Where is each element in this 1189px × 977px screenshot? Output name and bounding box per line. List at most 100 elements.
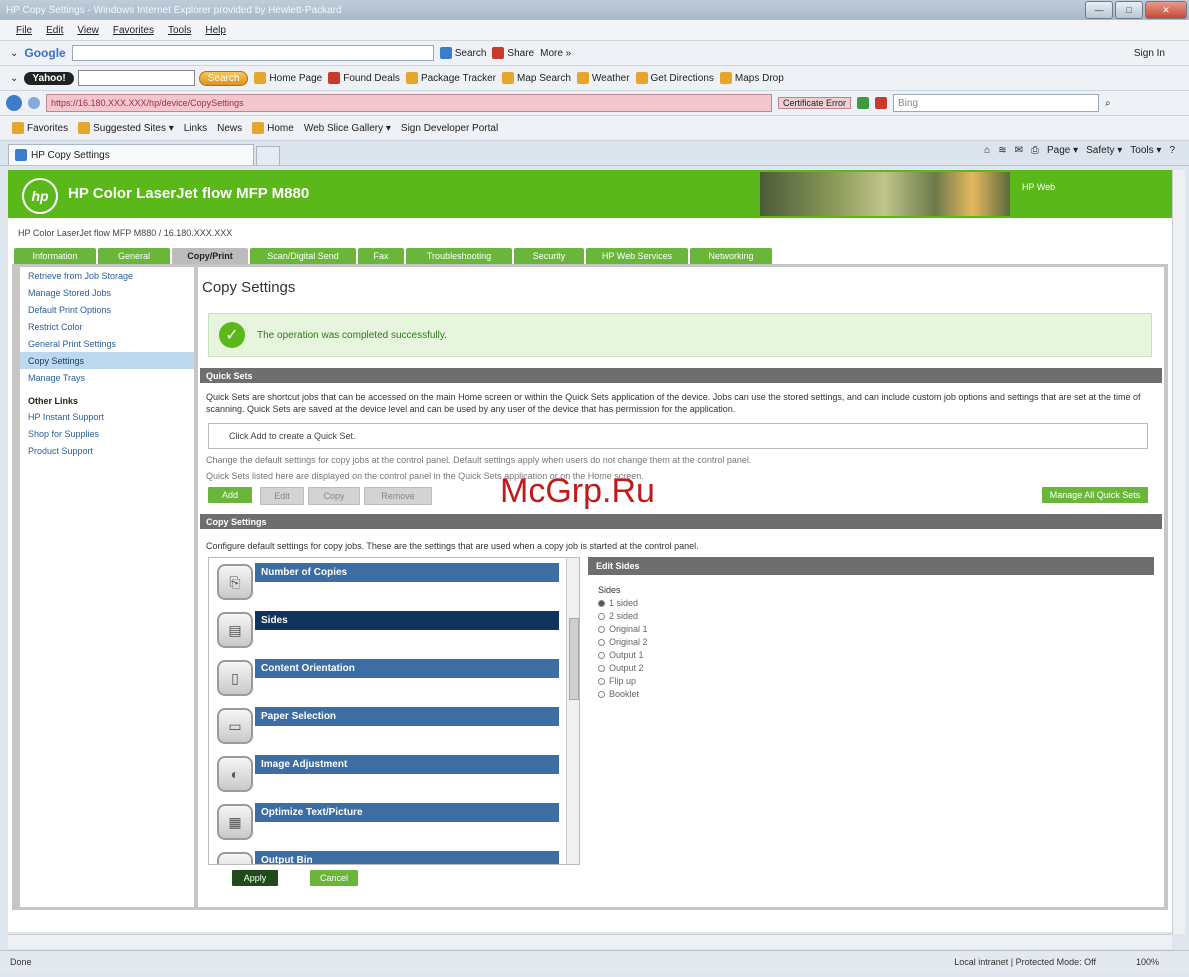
radio-icon[interactable] [598,638,605,646]
google-more-button[interactable]: More » [540,48,571,59]
nav-manage-stored-jobs[interactable]: Manage Stored Jobs [20,284,194,301]
bing-search-input[interactable]: Bing [893,94,1100,112]
copy-option-label[interactable]: Output Bin [255,851,559,864]
cmd-page[interactable]: Page ▾ [1047,145,1078,156]
menu-help[interactable]: Help [205,25,226,36]
yahoo-maps-drop[interactable]: Maps Drop [719,72,784,84]
menu-tools[interactable]: Tools [168,25,191,36]
copy-option-row[interactable]: ◐ Image Adjustment [209,750,579,798]
radio-icon[interactable] [598,690,605,698]
fav-developer-portal[interactable]: Sign Developer Portal [401,123,498,134]
copy-option-row[interactable]: ▭ Paper Selection [209,702,579,750]
sides-radio-option[interactable]: Output 2 [598,663,1154,673]
minimize-button[interactable]: — [1085,1,1113,19]
cmd-tools[interactable]: Tools ▾ [1130,145,1161,156]
copy-option-label[interactable]: Number of Copies [255,563,559,582]
new-tab-button[interactable] [256,146,280,165]
copy-option-label[interactable]: Image Adjustment [255,755,559,774]
copy-option-row[interactable]: ▤ Sides [209,606,579,654]
copy-option-label[interactable]: Content Orientation [255,659,559,678]
link-shop-supplies[interactable]: Shop for Supplies [20,425,194,442]
google-search-button[interactable]: Search [439,47,486,59]
refresh-icon[interactable] [857,97,870,109]
chevron-down-icon[interactable]: ⌄ [10,73,18,84]
fav-suggested-sites[interactable]: Suggested Sites ▾ [78,122,174,134]
add-button[interactable]: Add [208,487,252,503]
yahoo-search-input[interactable] [77,70,195,86]
chevron-down-icon[interactable]: ⌄ [10,48,18,59]
sides-radio-option[interactable]: Booklet [598,689,1154,699]
radio-icon[interactable] [598,651,605,659]
certificate-error-badge[interactable]: Certificate Error [778,97,852,109]
copy-option-row[interactable]: ▥Output Bin [209,846,579,864]
tab-information[interactable]: Information [14,248,96,264]
copy-option-label[interactable]: Paper Selection [255,707,559,726]
page-vertical-scrollbar[interactable] [1172,170,1185,934]
nav-default-print-options[interactable]: Default Print Options [20,301,194,318]
manage-quick-sets-button[interactable]: Manage All Quick Sets [1042,487,1148,503]
tab-hp-web-services[interactable]: HP Web Services [586,248,688,264]
copy-option-label[interactable]: Sides [255,611,559,630]
copy-option-row[interactable]: ⎘ Number of Copies [209,558,579,606]
cmd-safety[interactable]: Safety ▾ [1086,145,1122,156]
nav-manage-trays[interactable]: Manage Trays [20,369,194,386]
nav-restrict-color[interactable]: Restrict Color [20,318,194,335]
fav-links[interactable]: Links [184,123,207,134]
copy-button[interactable]: Copy [308,487,360,505]
back-icon[interactable] [6,95,22,111]
url-input[interactable]: https://16.180.XXX.XXX/hp/device/CopySet… [46,94,772,112]
yahoo-directions[interactable]: Get Directions [635,72,714,84]
google-share-button[interactable]: Share [492,47,534,59]
radio-icon[interactable] [598,664,605,672]
help-icon[interactable]: ? [1169,145,1175,156]
close-button[interactable]: ✕ [1145,1,1187,19]
tab-fax[interactable]: Fax [358,248,404,264]
sides-radio-option[interactable]: Original 2 [598,637,1154,647]
yahoo-home-page[interactable]: Home Page [254,72,322,84]
nav-general-print-settings[interactable]: General Print Settings [20,335,194,352]
favorites-button[interactable]: Favorites [12,122,68,134]
stop-icon[interactable] [875,97,888,109]
fav-home[interactable]: Home [252,122,294,134]
search-icon[interactable]: ⌕ [1105,98,1111,109]
maximize-button[interactable]: □ [1115,1,1143,19]
print-icon[interactable]: ⎙ [1031,145,1039,156]
forward-icon[interactable] [28,97,40,109]
tab-troubleshooting[interactable]: Troubleshooting [406,248,512,264]
menu-file[interactable]: File [16,25,32,36]
tab-scan-digital-send[interactable]: Scan/Digital Send [250,248,356,264]
home-icon[interactable]: ⌂ [984,145,990,156]
google-signin-link[interactable]: Sign In [1134,48,1165,59]
tab-copy-print[interactable]: Copy/Print [172,248,248,264]
mail-icon[interactable]: ✉ [1015,145,1023,156]
yahoo-map-search[interactable]: Map Search [501,72,571,84]
sides-radio-option[interactable]: Output 1 [598,650,1154,660]
copy-option-row[interactable]: ▦ Optimize Text/Picture [209,798,579,846]
radio-icon[interactable] [598,625,605,633]
fav-news[interactable]: News [217,123,242,134]
nav-retrieve-job-storage[interactable]: Retrieve from Job Storage [20,267,194,284]
page-horizontal-scrollbar[interactable] [8,934,1172,949]
fav-web-slice[interactable]: Web Slice Gallery ▾ [304,123,391,134]
radio-icon[interactable] [598,612,605,620]
remove-button[interactable]: Remove [364,487,432,505]
sides-radio-option[interactable]: Original 1 [598,624,1154,634]
yahoo-search-button[interactable]: Search [198,70,249,86]
link-instant-support[interactable]: HP Instant Support [20,408,194,425]
apply-button[interactable]: Apply [232,870,278,886]
tab-security[interactable]: Security [514,248,584,264]
menu-view[interactable]: View [77,25,99,36]
nav-copy-settings[interactable]: Copy Settings [20,352,194,369]
google-search-input[interactable] [71,45,434,61]
radio-icon[interactable] [598,677,605,685]
sides-radio-option[interactable]: 2 sided [598,611,1154,621]
radio-icon[interactable] [598,599,605,607]
feeds-icon[interactable]: ≋ [998,145,1006,156]
tab-networking[interactable]: Networking [690,248,772,264]
browser-tab-copy-settings[interactable]: HP Copy Settings [8,144,254,165]
yahoo-weather[interactable]: Weather [576,72,630,84]
sides-radio-option[interactable]: 1 sided [598,598,1154,608]
cancel-button[interactable]: Cancel [310,870,358,886]
yahoo-package-tracker[interactable]: Package Tracker [405,72,496,84]
menu-favorites[interactable]: Favorites [113,25,154,36]
